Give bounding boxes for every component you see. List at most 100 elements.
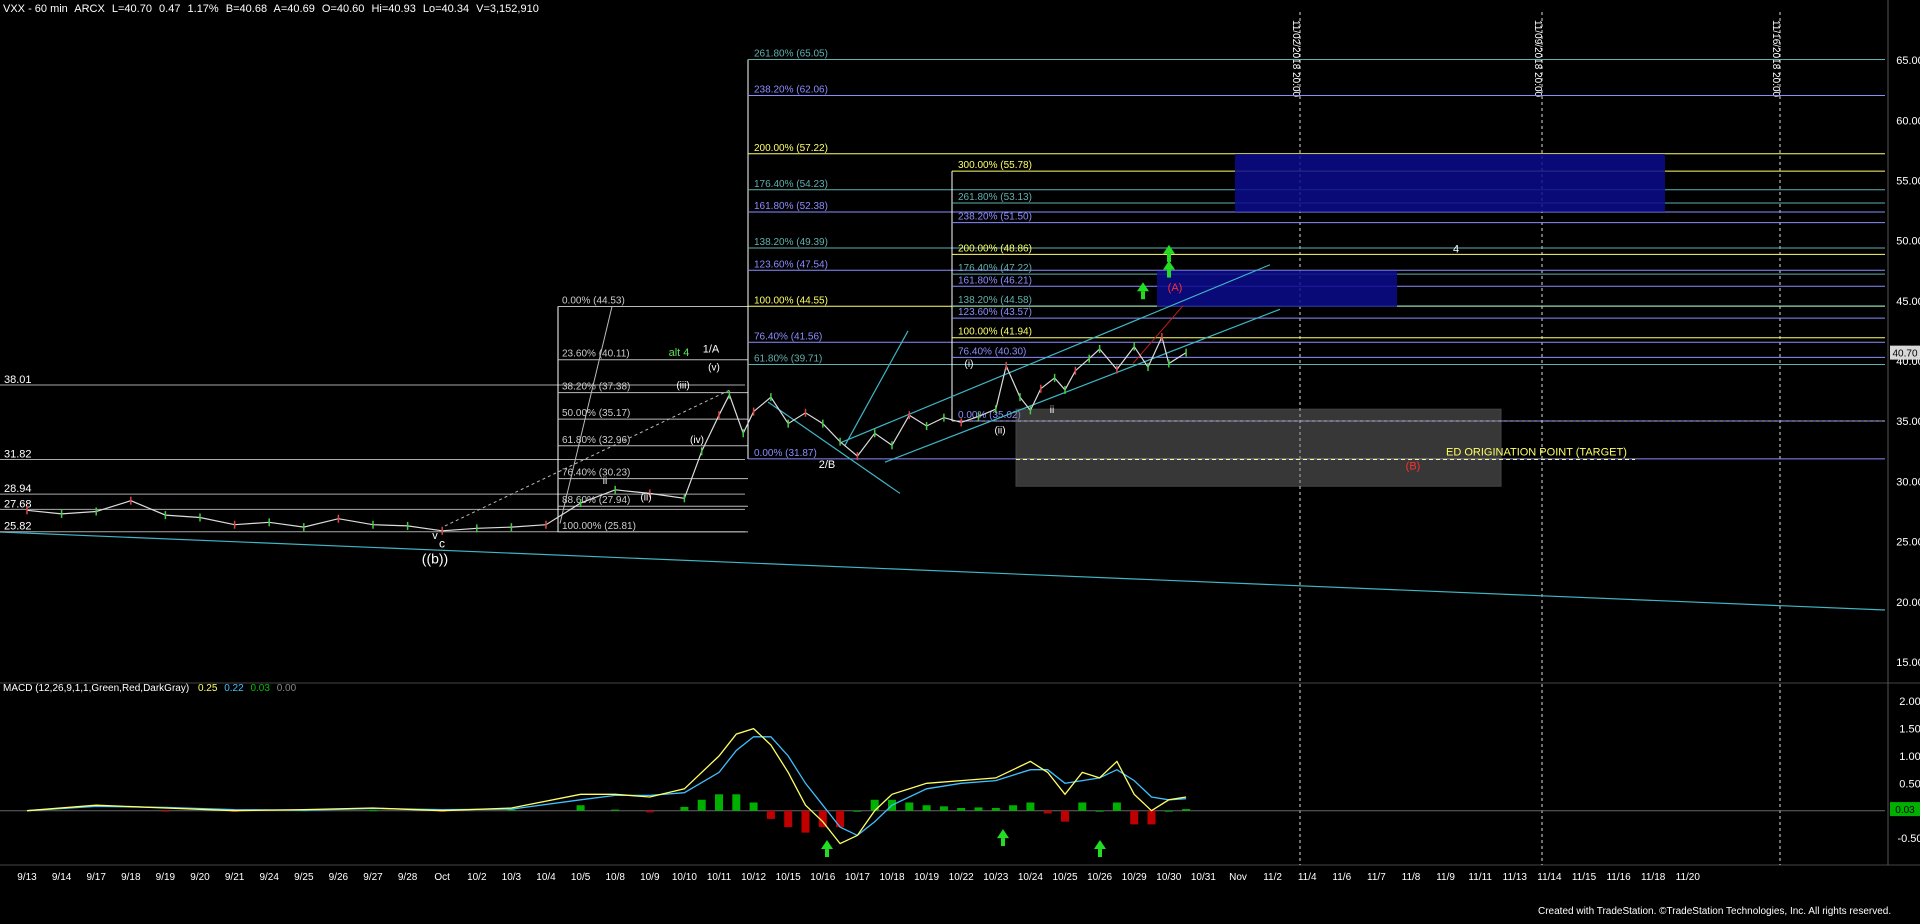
wave-label-4: 4 (1453, 244, 1459, 256)
fib-a-label: 0.00% (44.53) (562, 296, 625, 307)
fib-c-label: 161.80% (46.21) (958, 275, 1032, 286)
price-tick-label: 60.00 (1896, 115, 1920, 127)
macd-header: MACD (12,26,9,1,1,Green,Red,DarkGray) 0.… (3, 683, 296, 694)
green-arrow-c-shaft (1167, 253, 1171, 262)
x-tick-label: 9/18 (121, 872, 141, 883)
price-tick-label: 55.00 (1896, 176, 1920, 188)
target-text: ED ORIGINATION POINT (TARGET) (1446, 446, 1627, 458)
trend-line-long (0, 531, 1886, 611)
macd-histogram-bar (1147, 810, 1156, 825)
level-label: 25.82 (4, 521, 32, 533)
x-tick-label: 9/28 (398, 872, 418, 883)
macd-histogram-bar (749, 802, 758, 811)
x-tick-label: 10/2 (467, 872, 487, 883)
macd-label: MACD (12,26,9,1,1,Green,Red,DarkGray) (3, 683, 190, 694)
fib-c-label: 100.00% (41.94) (958, 327, 1032, 338)
high-price: Hi=40.93 (371, 3, 416, 15)
x-tick-label: 9/21 (225, 872, 245, 883)
macd-tick-label: -0.50 (1897, 833, 1920, 845)
macd-signal-value: 0.22 (224, 683, 244, 694)
green-arrow-b-shaft (1167, 269, 1171, 278)
macd-histogram-bar (801, 810, 810, 833)
x-tick-label: 9/25 (294, 872, 314, 883)
fib-c-label: 261.80% (53.13) (958, 192, 1032, 203)
ask-price: A=40.69 (273, 3, 315, 15)
x-tick-label: 10/18 (879, 872, 904, 883)
last-price: L=40.70 (111, 3, 152, 15)
macd-line (26, 727, 1187, 845)
price-tick-label: 25.00 (1896, 537, 1920, 549)
macd-histogram-bar (922, 805, 931, 811)
x-tick-label: 11/9 (1436, 872, 1455, 883)
macd-histogram-bar (1112, 802, 1121, 811)
x-tick-label: 10/12 (741, 872, 766, 883)
target-box-lower (1157, 270, 1397, 307)
price-tick-label: 15.00 (1896, 657, 1920, 669)
fib-b-label: 100.00% (44.55) (754, 295, 828, 306)
x-tick-label: 9/26 (329, 872, 349, 883)
fib-c-label: 300.00% (55.78) (958, 160, 1032, 171)
macd-tick-label: 1.00 (1899, 751, 1920, 763)
macd-arrow-c-head (1094, 840, 1106, 850)
x-tick-label: 9/27 (363, 872, 383, 883)
macd-histogram-bar (784, 810, 793, 828)
volume: V=3,152,910 (476, 3, 539, 15)
x-tick-label: 10/11 (707, 872, 732, 883)
macd-histogram-bar (1026, 802, 1035, 811)
wave-label-2b: 2/B (819, 459, 836, 471)
macd-histogram-bar (680, 806, 689, 811)
price-tick-label: 65.00 (1896, 55, 1920, 67)
x-tick-label: 10/3 (502, 872, 522, 883)
wave-label-c: c (439, 537, 445, 551)
macd-value: 0.25 (197, 683, 218, 694)
wave-label-ii-small: ii (1050, 405, 1054, 416)
exchange: ARCX (74, 3, 105, 15)
open-price: O=40.60 (321, 3, 365, 15)
macd-histogram-bar (732, 794, 741, 811)
x-tick-label: 11/11 (1468, 872, 1492, 883)
macd-histogram-bar (1043, 810, 1052, 814)
fib-c-label: 200.00% (48.86) (958, 243, 1032, 254)
x-tick-label: 10/10 (672, 872, 697, 883)
fib-b-label: 138.20% (49.39) (754, 237, 828, 248)
macd-histogram-bar (957, 807, 966, 811)
footer-copyright: Created with TradeStation. ©TradeStation… (1538, 906, 1892, 917)
x-tick-label: 9/13 (17, 872, 37, 883)
wave-label-ii-b: (ii) (994, 425, 1005, 436)
green-arrow-c-head (1163, 244, 1175, 254)
x-tick-label: 10/22 (949, 872, 974, 883)
macd-histogram-bar (836, 810, 845, 828)
price-tick-label: 50.00 (1896, 236, 1920, 248)
x-tick-label: 10/23 (983, 872, 1008, 883)
fib-b-label: 61.80% (39.71) (754, 354, 822, 365)
x-tick-label: 10/30 (1156, 872, 1181, 883)
price-chart: 65.00 60.00 55.00 50.00 45.00 4 0.00 35.00 30.00… (0, 0, 1920, 883)
macd-zero-value: 0.00 (276, 683, 297, 694)
macd-histogram-bar (611, 809, 620, 811)
wave-label-iii: (iii) (676, 381, 689, 392)
level-label: 38.01 (4, 374, 32, 386)
macd-tick-label: 1.50 (1899, 724, 1920, 736)
macd-histogram-bar (576, 805, 585, 811)
vertical-marker-label: 11/16/2018 20:00 (1770, 20, 1781, 98)
fib-a-label: 50.00% (35.17) (562, 408, 630, 419)
macd-histogram-bar (161, 810, 170, 812)
low-price: Lo=40.34 (422, 3, 470, 15)
wave-label-1a: 1/A (703, 344, 720, 356)
wave-label-alt4: alt 4 (669, 347, 690, 359)
x-tick-label: 11/7 (1367, 872, 1386, 883)
x-tick-label: 10/19 (914, 872, 939, 883)
fib-a-label: 38.20% (37.38) (562, 382, 630, 393)
wave-label-B: (B) (1406, 460, 1421, 472)
x-tick-label: 11/4 (1298, 872, 1317, 883)
x-tick-label: 11/6 (1332, 872, 1351, 883)
x-tick-label: 10/29 (1122, 872, 1147, 883)
x-tick-label: 10/5 (571, 872, 591, 883)
wave-label-v: v (432, 530, 438, 542)
fib-b-label: 0.00% (31.87) (754, 448, 817, 459)
wave-label-v-paren: (v) (708, 363, 720, 374)
x-tick-label: 11/2 (1263, 872, 1282, 883)
macd-histogram-bar (1078, 802, 1087, 811)
target-box-upper (1235, 154, 1665, 212)
x-tick-label: 10/8 (605, 872, 625, 883)
